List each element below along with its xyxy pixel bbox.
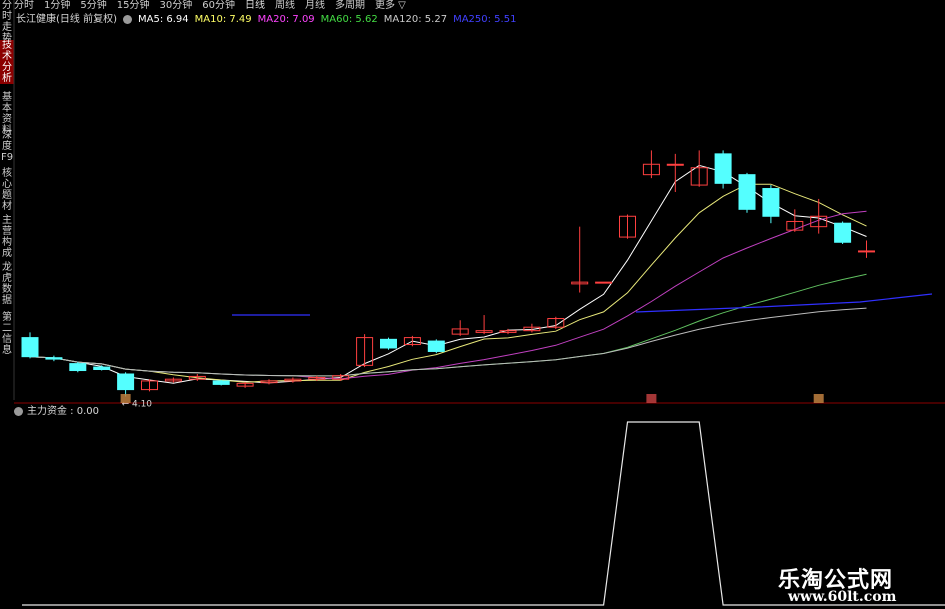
moving-averages bbox=[29, 164, 933, 384]
ma60-line bbox=[29, 273, 867, 377]
candle-body bbox=[69, 363, 87, 372]
candle-body bbox=[595, 281, 613, 284]
candle-body bbox=[427, 340, 445, 352]
candle-body bbox=[380, 338, 397, 349]
ma20-line bbox=[29, 210, 867, 380]
kline-chart[interactable]: ← 4.10 bbox=[0, 0, 945, 609]
candle-body bbox=[666, 163, 684, 166]
candlesticks bbox=[21, 150, 875, 397]
event-marker bbox=[813, 394, 824, 403]
event-marker bbox=[646, 394, 657, 403]
candle-body bbox=[93, 366, 111, 370]
watermark-url: www.60lt.com bbox=[788, 589, 897, 605]
indicator-settings-icon[interactable] bbox=[14, 407, 23, 416]
event-markers: ← 4.10 bbox=[120, 394, 824, 410]
candle-body bbox=[858, 250, 875, 253]
candle-body bbox=[117, 373, 135, 391]
candle-body bbox=[21, 337, 39, 358]
candle-body bbox=[834, 222, 852, 243]
indicator-label: 主力资金 : 0.00 bbox=[27, 406, 99, 417]
candle-body bbox=[45, 357, 63, 360]
kline-window: 分时 1分钟 5分钟 15分钟 30分钟 60分钟 日线 周线 月线 多周期 更多 ▽ 分时走势 技术… bbox=[0, 0, 945, 609]
ma10-line bbox=[29, 183, 867, 383]
candle-body bbox=[212, 380, 230, 385]
candle-body bbox=[738, 174, 756, 210]
candle-body bbox=[762, 188, 780, 217]
event-marker bbox=[120, 394, 131, 403]
candle-body bbox=[714, 153, 732, 184]
indicator-bar: 主力资金 : 0.00 bbox=[14, 405, 99, 419]
ma250-line-right bbox=[635, 293, 933, 313]
